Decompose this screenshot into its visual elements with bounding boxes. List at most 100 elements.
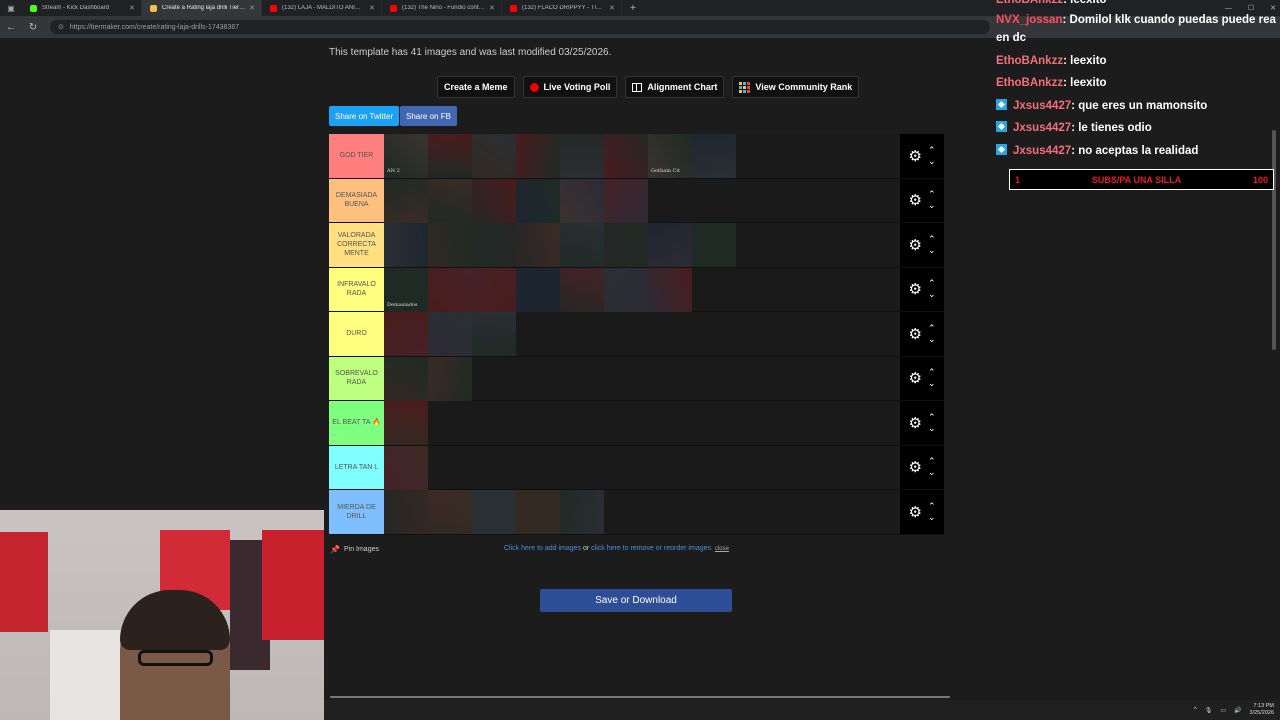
move-down-icon[interactable]: ⌄ — [928, 512, 936, 523]
gear-icon[interactable]: ⚙ — [909, 147, 922, 165]
tier-image[interactable] — [648, 267, 692, 312]
gear-icon[interactable]: ⚙ — [909, 414, 922, 432]
window-menu-icon[interactable]: ▣ — [0, 0, 22, 16]
tier-image[interactable] — [428, 223, 472, 267]
tier-image[interactable] — [428, 490, 472, 534]
gear-icon[interactable]: ⚙ — [909, 369, 922, 387]
move-down-icon[interactable]: ⌄ — [928, 289, 936, 300]
tier-image[interactable] — [384, 445, 428, 490]
move-down-icon[interactable]: ⌄ — [928, 423, 936, 434]
browser-tab[interactable]: (132) The Nino - Fundio contigo ✕ — [382, 0, 502, 16]
move-up-icon[interactable]: ⌃ — [928, 189, 936, 200]
community-rank-button[interactable]: View Community Rank — [732, 76, 860, 98]
tier-image[interactable] — [516, 134, 560, 178]
site-info-icon[interactable]: ⊙ — [58, 23, 64, 31]
tier-image[interactable] — [560, 134, 604, 178]
tier-image[interactable] — [516, 178, 560, 223]
tier-image[interactable] — [516, 267, 560, 312]
move-down-icon[interactable]: ⌄ — [928, 378, 936, 389]
tier-image[interactable] — [384, 490, 428, 534]
tier-image[interactable] — [384, 401, 428, 445]
gear-icon[interactable]: ⚙ — [909, 191, 922, 209]
tier-items[interactable] — [384, 312, 900, 356]
tier-image[interactable] — [472, 490, 516, 534]
tier-items[interactable] — [384, 490, 900, 534]
move-up-icon[interactable]: ⌃ — [928, 278, 936, 289]
tier-image[interactable] — [692, 223, 736, 267]
tier-image[interactable] — [384, 223, 428, 267]
move-down-icon[interactable]: ⌄ — [928, 245, 936, 256]
tier-image[interactable]: Demasiados — [384, 267, 428, 312]
tier-image[interactable] — [604, 223, 648, 267]
tier-image[interactable] — [560, 178, 604, 223]
tier-image[interactable]: Gotham Cit — [648, 134, 692, 178]
live-voting-button[interactable]: Live Voting Poll — [522, 76, 618, 98]
tier-items[interactable] — [384, 356, 900, 401]
move-down-icon[interactable]: ⌄ — [928, 200, 936, 211]
move-up-icon[interactable]: ⌃ — [928, 367, 936, 378]
browser-tab[interactable]: (132) FLACO DRIPPYY - TIRALE ✕ — [502, 0, 622, 16]
tier-items[interactable] — [384, 401, 900, 445]
url-field[interactable]: ⊙ https://tiermaker.com/create/rating-la… — [50, 20, 990, 34]
tier-image[interactable] — [560, 490, 604, 534]
tier-items[interactable] — [384, 178, 900, 223]
tier-image[interactable] — [428, 267, 472, 312]
share-fb-button[interactable]: Share on FB — [400, 106, 457, 126]
tier-image[interactable] — [428, 178, 472, 223]
gear-icon[interactable]: ⚙ — [909, 236, 922, 254]
move-down-icon[interactable]: ⌄ — [928, 334, 936, 345]
tier-image[interactable] — [692, 134, 736, 178]
move-down-icon[interactable]: ⌄ — [928, 156, 936, 167]
tier-items[interactable]: AN 2 Gotham Cit — [384, 134, 900, 178]
tier-image[interactable] — [516, 490, 560, 534]
tier-image[interactable] — [648, 223, 692, 267]
tier-image[interactable]: AN 2 — [384, 134, 428, 178]
tier-image[interactable] — [560, 267, 604, 312]
tier-items[interactable] — [384, 445, 900, 490]
gear-icon[interactable]: ⚙ — [909, 458, 922, 476]
gear-icon[interactable]: ⚙ — [909, 280, 922, 298]
tier-image[interactable] — [384, 178, 428, 223]
alignment-chart-button[interactable]: Alignment Chart — [625, 76, 725, 98]
volume-icon[interactable]: 🔊 — [1234, 707, 1241, 714]
tier-image[interactable] — [604, 267, 648, 312]
move-up-icon[interactable]: ⌃ — [928, 234, 936, 245]
gear-icon[interactable]: ⚙ — [909, 325, 922, 343]
tier-image[interactable] — [516, 223, 560, 267]
gear-icon[interactable]: ⚙ — [909, 503, 922, 521]
close-tab-icon[interactable]: ✕ — [489, 4, 495, 12]
tier-image[interactable] — [428, 134, 472, 178]
tier-label[interactable]: EL BEAT TA 🔥 — [329, 401, 384, 445]
tier-items[interactable]: Demasiados — [384, 267, 900, 312]
tier-label[interactable]: MIERDA DE DRILL — [329, 490, 384, 534]
tier-image[interactable] — [384, 312, 428, 356]
tier-label[interactable]: SOBREVALO RADA — [329, 356, 384, 400]
tier-label[interactable]: VALORADA CORRECTA MENTE — [329, 223, 384, 267]
tier-image[interactable] — [472, 267, 516, 312]
tier-image[interactable] — [472, 178, 516, 223]
tray-chevron-icon[interactable]: ^ — [1194, 707, 1197, 713]
new-tab-button[interactable]: + — [622, 3, 644, 14]
move-up-icon[interactable]: ⌃ — [928, 501, 936, 512]
close-tab-icon[interactable]: ✕ — [369, 4, 375, 12]
tier-image[interactable] — [472, 134, 516, 178]
move-up-icon[interactable]: ⌃ — [928, 456, 936, 467]
reload-icon[interactable]: ↻ — [22, 22, 44, 33]
close-tab-icon[interactable]: ✕ — [249, 4, 255, 12]
tier-image[interactable] — [384, 356, 428, 401]
network-icon[interactable]: ▭ — [1220, 707, 1226, 714]
clock[interactable]: 7:13 PM 3/25/2026 — [1250, 703, 1274, 717]
close-help-link[interactable]: close — [715, 546, 729, 552]
move-up-icon[interactable]: ⌃ — [928, 145, 936, 156]
share-twitter-button[interactable]: Share on Twitter — [329, 106, 400, 126]
tier-label[interactable]: DURO — [329, 312, 384, 356]
tier-label[interactable]: DEMASIADA BUENA — [329, 178, 384, 222]
close-tab-icon[interactable]: ✕ — [129, 4, 135, 12]
tier-image[interactable] — [428, 356, 472, 401]
tier-image[interactable] — [428, 312, 472, 356]
browser-tab[interactable]: Create a Rating laja drilli Tier List ✕ — [142, 0, 262, 16]
move-up-icon[interactable]: ⌃ — [928, 412, 936, 423]
tier-label[interactable]: GOD TIER — [329, 134, 384, 178]
horizontal-scrollbar[interactable] — [330, 696, 950, 698]
move-down-icon[interactable]: ⌄ — [928, 467, 936, 478]
